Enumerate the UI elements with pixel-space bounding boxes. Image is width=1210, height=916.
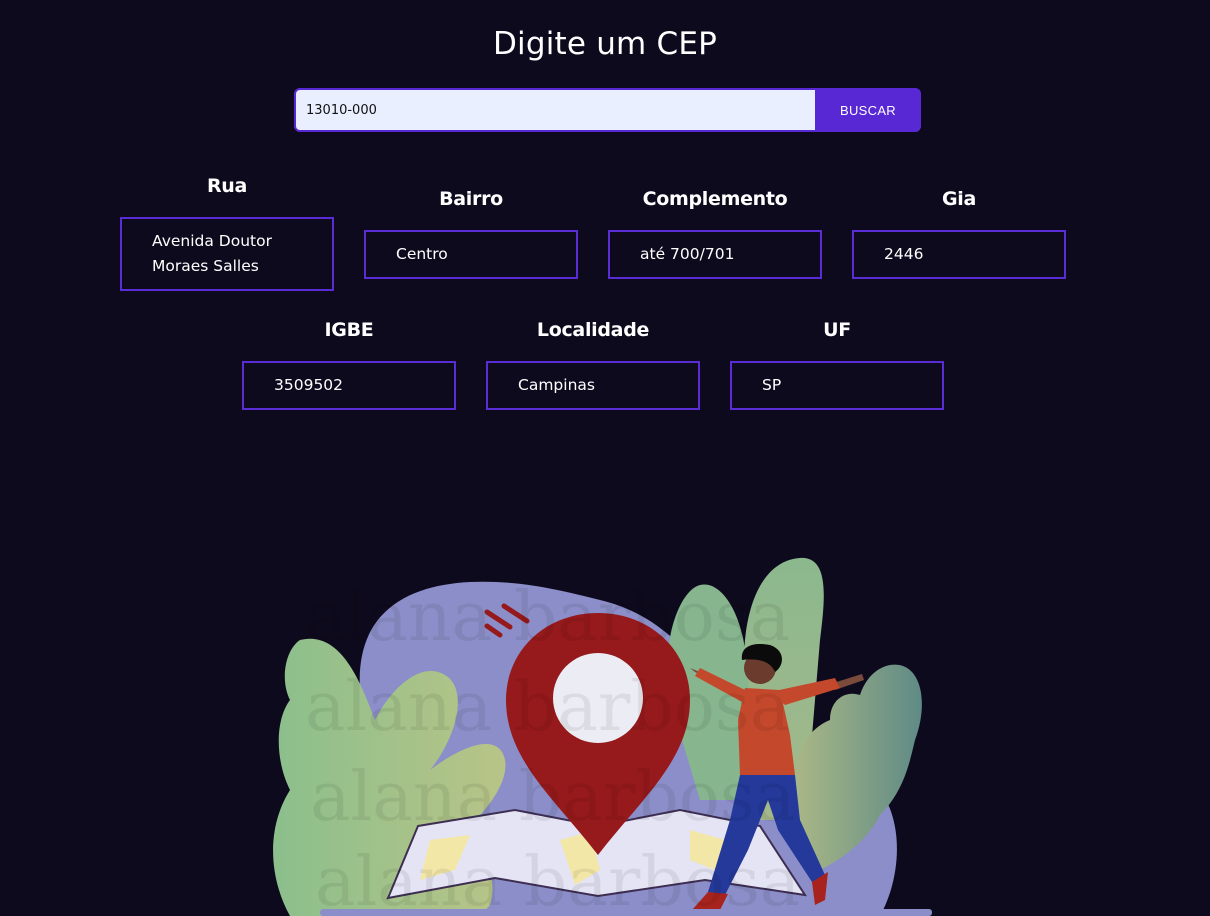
map-pin-illustration: alana barbosa alana barbosa alana barbos…: [273, 557, 932, 916]
watermark-text-2: alana barbosa: [305, 668, 790, 747]
watermark-text-3: alana barbosa: [310, 758, 795, 837]
page: Digite um CEP BUSCAR Rua Avenida Doutor …: [0, 0, 1210, 916]
watermark-text-4: alana barbosa: [315, 843, 800, 916]
watermark-text-1: alana barbosa: [305, 578, 790, 657]
